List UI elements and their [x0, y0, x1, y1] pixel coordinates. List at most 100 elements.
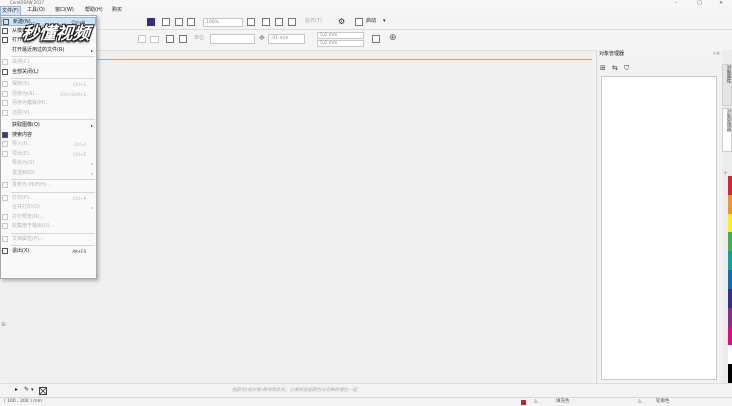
file-menu-item[interactable]: 文档属性(P)...	[1, 235, 96, 244]
palette-swatch[interactable]	[728, 232, 732, 252]
show-rulers-icon[interactable]	[262, 18, 270, 26]
nudge-icon: ✥	[259, 34, 265, 42]
file-menu-item[interactable]: 合并打印(G) ▸	[1, 203, 96, 212]
save-icon	[2, 81, 8, 87]
file-menu-item[interactable]: 还原(V)	[1, 109, 96, 118]
file-menu-item[interactable]: 另存为(A)... Ctrl+Shift+S	[1, 90, 96, 99]
snap-to-dropdown[interactable]: 贴齐(T)	[305, 17, 322, 26]
palette-swatch[interactable]	[728, 270, 732, 289]
toolbox-add-icon[interactable]: ⊕	[1, 321, 6, 328]
palette-swatch[interactable]	[728, 288, 732, 308]
palette-swatch[interactable]	[728, 364, 732, 383]
file-menu-item[interactable]: 收集用于输出(U)...	[1, 222, 96, 231]
launch-icon[interactable]	[355, 18, 363, 26]
eyedropper-icon[interactable]: ✎	[24, 386, 29, 394]
file-menu-item-label: 关闭(C)	[12, 59, 30, 65]
menu-tools[interactable]: 工具(O)	[27, 6, 45, 15]
layer-view-icon[interactable]: ⛉	[624, 64, 629, 73]
file-menu-item-label: 合并打印(G)	[12, 204, 40, 210]
launch-dropdown[interactable]: 启动	[366, 17, 376, 26]
gear-icon[interactable]: ⚙	[338, 17, 345, 27]
print-preview-icon	[2, 213, 8, 220]
no-color-swatch[interactable]	[39, 387, 47, 395]
file-menu-item[interactable]: 打开最近用过的文件(R) ▸	[1, 46, 96, 55]
open-folder-icon	[2, 37, 8, 43]
show-grid-icon[interactable]	[275, 18, 283, 26]
file-menu-item-label: 导出(E)...	[12, 150, 34, 157]
palette-swatch[interactable]	[728, 307, 732, 327]
layer-manager-icon[interactable]: ⇆	[612, 64, 618, 72]
add-icon[interactable]: ⊕	[389, 33, 397, 43]
menu-buy[interactable]: 购买	[112, 6, 122, 15]
publish-pdf-icon[interactable]	[187, 18, 195, 26]
menu-separator	[11, 245, 95, 246]
file-menu-item[interactable]: 保存(S)... Ctrl+S	[1, 80, 96, 89]
file-menu-item[interactable]: 打印预览(R)...	[1, 213, 96, 222]
file-menu-item[interactable]: 打印(P)... Ctrl+P	[1, 194, 96, 203]
full-screen-icon[interactable]	[247, 18, 255, 26]
file-menu-item[interactable]: 获取图像(Q) ▸	[1, 121, 96, 130]
submenu-arrow-icon: ▸	[90, 161, 93, 166]
play-icon[interactable]: ▸	[15, 386, 18, 394]
menu-separator	[11, 191, 95, 193]
canvas-top-border	[96, 59, 592, 60]
file-menu-item[interactable]: 关闭(C)	[1, 58, 96, 67]
file-menu-item-label: 全部关闭(L)	[12, 68, 39, 75]
docker-close-icon[interactable]: »×	[713, 51, 720, 58]
show-guidelines-icon[interactable]	[288, 18, 296, 26]
landscape-icon[interactable]	[150, 36, 159, 43]
page-frame-icon[interactable]	[372, 35, 380, 43]
tab-object-properties[interactable]: 对象属性	[722, 64, 732, 106]
file-menu-item[interactable]: 退出(X) Alt+F4	[1, 247, 96, 256]
chevron-down-icon[interactable]: ▾	[383, 17, 386, 26]
palette-swatch[interactable]	[728, 326, 732, 346]
menu-help[interactable]: 帮助(H)	[85, 6, 103, 15]
file-menu-item-shortcut: Ctrl+I	[74, 142, 86, 147]
file-menu-item[interactable]: 搜索内容	[1, 131, 96, 140]
file-menu-item-label: 获取图像(Q)	[12, 122, 40, 128]
file-menu-item[interactable]: 导出(E)... Ctrl+E	[1, 150, 96, 159]
palette-swatch[interactable]	[728, 194, 732, 214]
fill-color-swatch[interactable]	[521, 400, 526, 405]
palette-swatch[interactable]	[728, 251, 732, 271]
object-tree-panel[interactable]	[601, 76, 717, 380]
submenu-arrow-icon: ▸	[90, 205, 93, 210]
duplicate-x-field[interactable]: 5.0 mm	[317, 32, 364, 39]
file-menu-item[interactable]: 导入(I)... Ctrl+I	[1, 140, 96, 149]
nudge-distance-field[interactable]: .01 mm	[268, 34, 305, 44]
file-menu-item-shortcut: Ctrl+S	[72, 82, 86, 87]
file-menu-item[interactable]: 导出为(X) ▸	[1, 159, 96, 168]
file-menu-item[interactable]: 发送到(D) ▸	[1, 169, 96, 178]
units-dropdown[interactable]	[210, 34, 255, 44]
document-palette-hint: 拖颜色(或对象)移动到此处，以便将这些颜色与文档存储在一起	[232, 388, 358, 393]
layer-properties-icon[interactable]: ⊞	[600, 64, 606, 72]
chevron-down-small-icon[interactable]: ▾	[31, 386, 34, 394]
file-menu-item[interactable]: 另存为模板(M)...	[1, 99, 96, 108]
portrait-icon[interactable]	[138, 35, 146, 43]
file-menu-item-label: 打开最近用过的文件(R)	[12, 46, 65, 53]
file-menu-item[interactable]: 全部关闭(L)	[1, 68, 96, 77]
corel-connect-icon[interactable]	[147, 18, 155, 26]
collect-output-icon	[2, 223, 8, 229]
file-menu-item-shortcut: Ctrl+P	[73, 195, 86, 201]
palette-swatch[interactable]	[728, 345, 732, 365]
menu-window[interactable]: 窗口(W)	[55, 6, 74, 15]
file-menu-item-label: 打印(P)...	[12, 194, 34, 201]
duplicate-y-field[interactable]: 5.0 mm	[317, 40, 364, 47]
export-toolbar-icon[interactable]	[175, 18, 183, 26]
all-pages-icon[interactable]	[166, 35, 174, 43]
tab-object-manager[interactable]: 对象管理器	[722, 108, 732, 152]
import-icon	[2, 141, 8, 147]
file-menu-item-label: 退出(X)	[12, 248, 30, 254]
file-menu-item-label: 还原(V)	[12, 109, 30, 116]
current-page-icon[interactable]	[179, 35, 187, 43]
close-all-icon	[2, 68, 8, 75]
file-menu-item[interactable]: 发布为 PDF(H)...	[1, 181, 96, 190]
palette-swatch[interactable]	[728, 176, 732, 195]
file-menu-item-label: 发送到(D)	[12, 169, 35, 176]
palette-swatch[interactable]	[728, 213, 732, 233]
submenu-arrow-icon: ▸	[90, 47, 93, 53]
zoom-level-field[interactable]: 100%	[203, 18, 243, 27]
file-menu-item-label: 另存为模板(M)...	[12, 100, 50, 106]
import-toolbar-icon[interactable]	[162, 18, 170, 26]
